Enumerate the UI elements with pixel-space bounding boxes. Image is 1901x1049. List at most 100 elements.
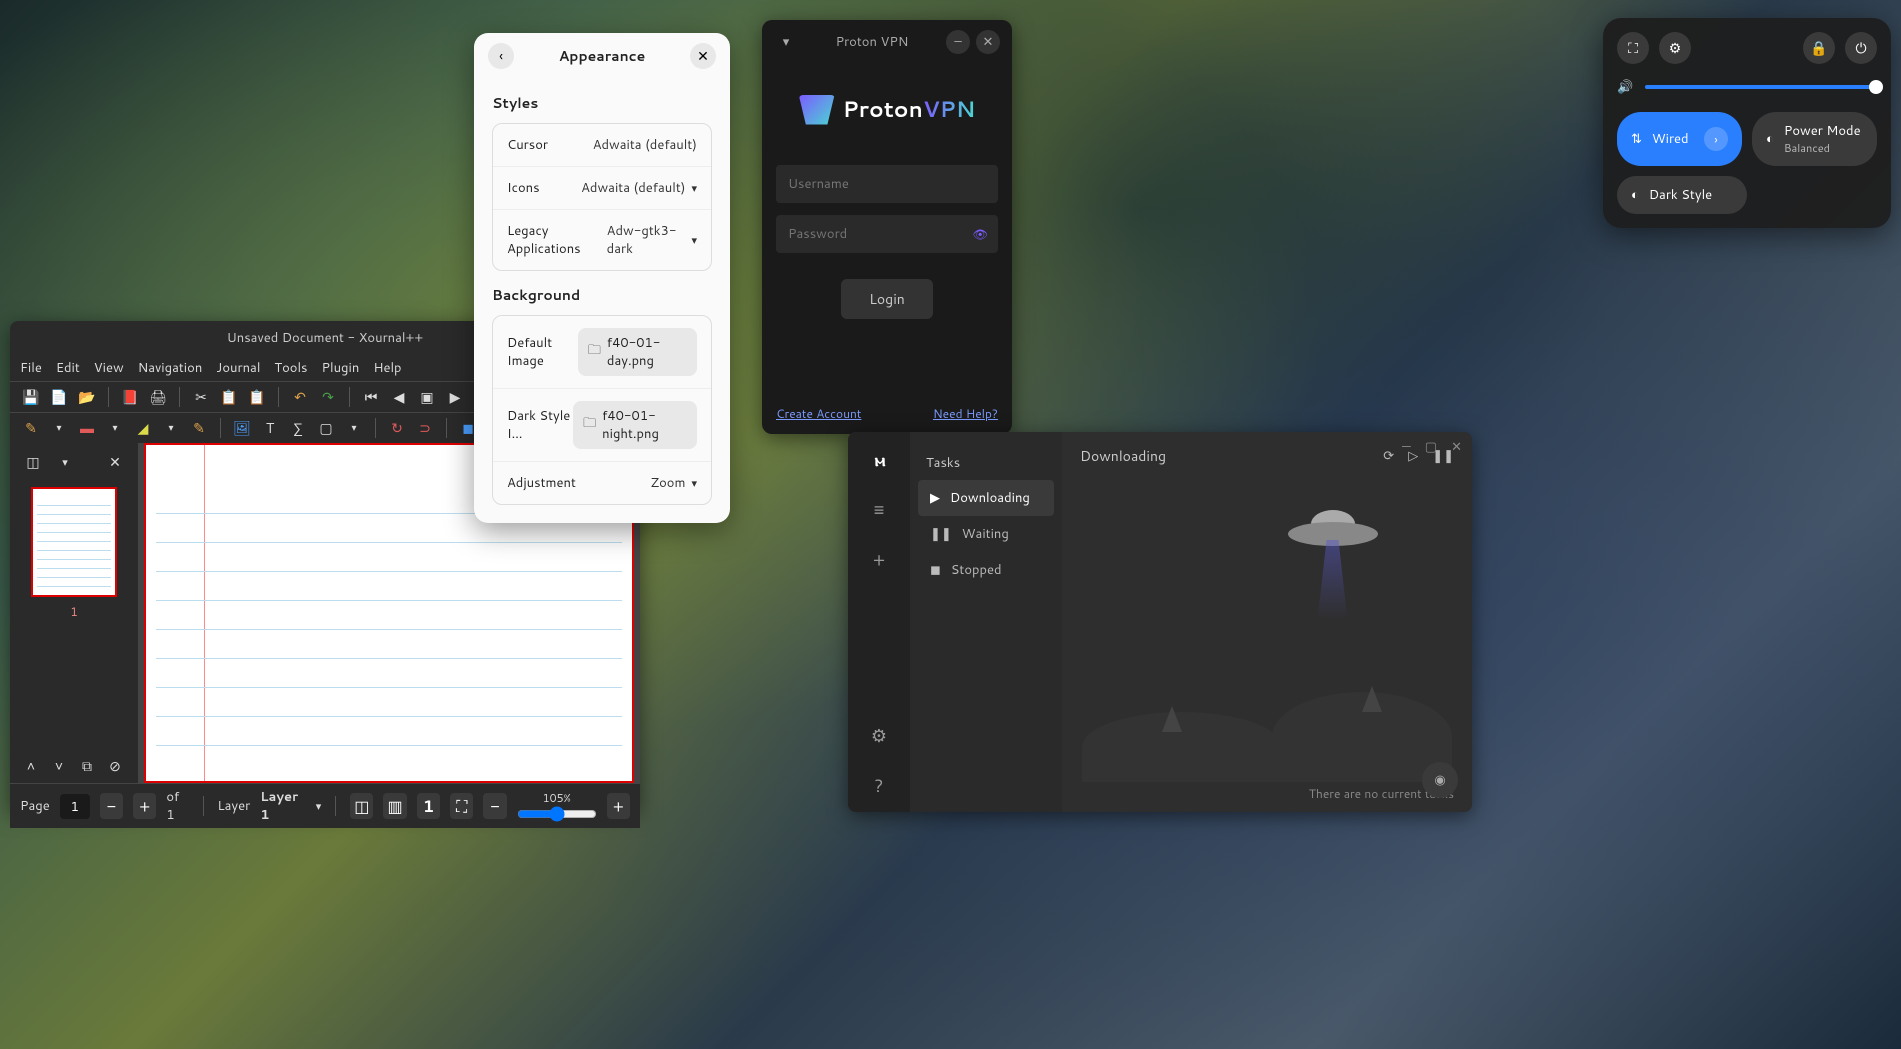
- tex-icon[interactable]: ∑: [287, 417, 309, 439]
- menu-navigation[interactable]: Navigation: [138, 359, 203, 377]
- sidebar-item-stopped[interactable]: ◼ Stopped: [918, 552, 1054, 588]
- close-button[interactable]: ✕: [976, 30, 1000, 54]
- adjustment-row[interactable]: Adjustment Zoom▾: [493, 462, 711, 504]
- minimize-icon[interactable]: —: [1402, 438, 1411, 456]
- login-button[interactable]: Login: [841, 279, 933, 319]
- dropdown-icon[interactable]: ▾: [104, 417, 126, 439]
- open-icon[interactable]: 📂: [76, 386, 98, 408]
- screenshot-button[interactable]: ⛶: [1617, 32, 1649, 64]
- zoom-in-button[interactable]: +: [607, 793, 630, 819]
- page-minus-button[interactable]: −: [100, 793, 123, 819]
- eraser-icon[interactable]: ▬: [76, 417, 98, 439]
- lock-button[interactable]: 🔒: [1803, 32, 1835, 64]
- menu-help[interactable]: Help: [373, 359, 401, 377]
- maximize-icon[interactable]: ▢: [1425, 438, 1437, 456]
- prev-page-icon[interactable]: ◀: [388, 386, 410, 408]
- power-button[interactable]: ⏻: [1845, 32, 1877, 64]
- show-password-icon[interactable]: 👁: [973, 226, 988, 243]
- view-continuous-icon[interactable]: ▥: [383, 793, 406, 819]
- copy-icon[interactable]: 📋: [218, 386, 240, 408]
- view-one-icon[interactable]: 1: [417, 793, 440, 819]
- icons-row[interactable]: Icons Adwaita (default)▾: [493, 167, 711, 210]
- text-icon[interactable]: T: [259, 417, 281, 439]
- speed-fab-icon[interactable]: ◉: [1422, 762, 1458, 798]
- play-icon: ▶: [930, 489, 940, 507]
- cursor-row[interactable]: Cursor Adwaita (default): [493, 124, 711, 167]
- empty-state: There are no current tasks ◉: [1062, 480, 1472, 812]
- menu-file[interactable]: File: [20, 359, 42, 377]
- settings-icon[interactable]: ⚙: [871, 722, 887, 748]
- pen-icon[interactable]: ✎: [20, 417, 42, 439]
- dropdown-icon[interactable]: ▾: [343, 417, 365, 439]
- pen2-icon[interactable]: ✎: [188, 417, 210, 439]
- rotate-icon[interactable]: ↻: [386, 417, 408, 439]
- duplicate-icon[interactable]: ⧉: [76, 755, 98, 777]
- image-icon[interactable]: 🖼: [231, 417, 253, 439]
- wired-tile[interactable]: ⇅ Wired ›: [1617, 112, 1742, 166]
- save-icon[interactable]: 💾: [20, 386, 42, 408]
- export-pdf-icon[interactable]: 📕: [119, 386, 141, 408]
- sidebar-item-waiting[interactable]: ❚❚ Waiting: [918, 516, 1054, 552]
- menu-tools[interactable]: Tools: [274, 359, 307, 377]
- dropdown-icon[interactable]: ▾: [54, 451, 76, 473]
- redo-icon[interactable]: ↷: [317, 386, 339, 408]
- power-mode-tile[interactable]: ◐ Power Mode Balanced: [1752, 112, 1877, 166]
- need-help-link[interactable]: Need Help?: [933, 405, 998, 422]
- chevron-down-icon: ▾: [691, 475, 697, 491]
- sidebar-item-downloading[interactable]: ▶ Downloading: [918, 480, 1054, 516]
- add-icon[interactable]: +: [873, 546, 885, 572]
- menu-edit[interactable]: Edit: [56, 359, 80, 377]
- delete-icon[interactable]: ⊘: [104, 755, 126, 777]
- menu-plugin[interactable]: Plugin: [322, 359, 360, 377]
- help-icon[interactable]: ?: [874, 772, 883, 798]
- settings-button[interactable]: ⚙: [1659, 32, 1691, 64]
- zoom-out-button[interactable]: −: [483, 793, 506, 819]
- move-up-icon[interactable]: ˄: [20, 755, 42, 777]
- dark-image-chip[interactable]: 🗀f40-01-night.png: [573, 401, 697, 449]
- paste-icon[interactable]: 📋: [246, 386, 268, 408]
- pages-icon[interactable]: ◫: [22, 451, 44, 473]
- legacy-apps-row[interactable]: Legacy Applications Adw-gtk3-dark▾: [493, 210, 711, 270]
- icons-label: Icons: [507, 179, 540, 197]
- close-icon[interactable]: ✕: [1451, 438, 1462, 456]
- menu-button[interactable]: ▾: [774, 30, 798, 54]
- move-down-icon[interactable]: ˅: [48, 755, 70, 777]
- shape-icon[interactable]: ▢: [315, 417, 337, 439]
- magnet-icon[interactable]: ⊃: [414, 417, 436, 439]
- create-account-link[interactable]: Create Account: [776, 405, 861, 422]
- layer-dropdown-icon[interactable]: ▾: [316, 798, 322, 814]
- back-button[interactable]: ‹: [488, 43, 514, 69]
- password-input[interactable]: [776, 215, 998, 253]
- first-page-icon[interactable]: ⏮: [360, 386, 382, 408]
- cut-icon[interactable]: ✂: [190, 386, 212, 408]
- username-input[interactable]: [776, 165, 998, 203]
- undo-icon[interactable]: ↶: [289, 386, 311, 408]
- highlighter-icon[interactable]: ◢: [132, 417, 154, 439]
- page-plus-button[interactable]: +: [133, 793, 156, 819]
- close-button[interactable]: ✕: [690, 43, 716, 69]
- page-input[interactable]: [60, 794, 90, 819]
- fit-width-icon[interactable]: ⛶: [450, 793, 473, 819]
- new-icon[interactable]: 📄: [48, 386, 70, 408]
- menu-view[interactable]: View: [94, 359, 124, 377]
- page-nav-icon[interactable]: ▣: [416, 386, 438, 408]
- menu-journal[interactable]: Journal: [216, 359, 260, 377]
- page-thumbnail[interactable]: [31, 487, 117, 597]
- tasks-icon[interactable]: ≡: [874, 496, 885, 522]
- refresh-icon[interactable]: ⟳: [1383, 447, 1394, 465]
- dropdown-icon[interactable]: ▾: [160, 417, 182, 439]
- print-icon[interactable]: 🖨: [147, 386, 169, 408]
- volume-icon[interactable]: 🔊: [1617, 78, 1633, 96]
- default-image-chip[interactable]: 🗀f40-01-day.png: [578, 328, 697, 376]
- zoom-slider[interactable]: [517, 806, 597, 822]
- volume-slider[interactable]: [1645, 85, 1877, 89]
- dark-style-tile[interactable]: ◐ Dark Style: [1617, 176, 1747, 214]
- ufo-illustration: [1288, 510, 1378, 560]
- close-sidebar-icon[interactable]: ✕: [104, 451, 126, 473]
- chevron-right-icon[interactable]: ›: [1704, 127, 1728, 151]
- view-pages-icon[interactable]: ◫: [350, 793, 373, 819]
- layer-value[interactable]: Layer 1: [260, 788, 305, 824]
- next-page-icon[interactable]: ▶: [444, 386, 466, 408]
- minimize-button[interactable]: –: [946, 30, 970, 54]
- dropdown-icon[interactable]: ▾: [48, 417, 70, 439]
